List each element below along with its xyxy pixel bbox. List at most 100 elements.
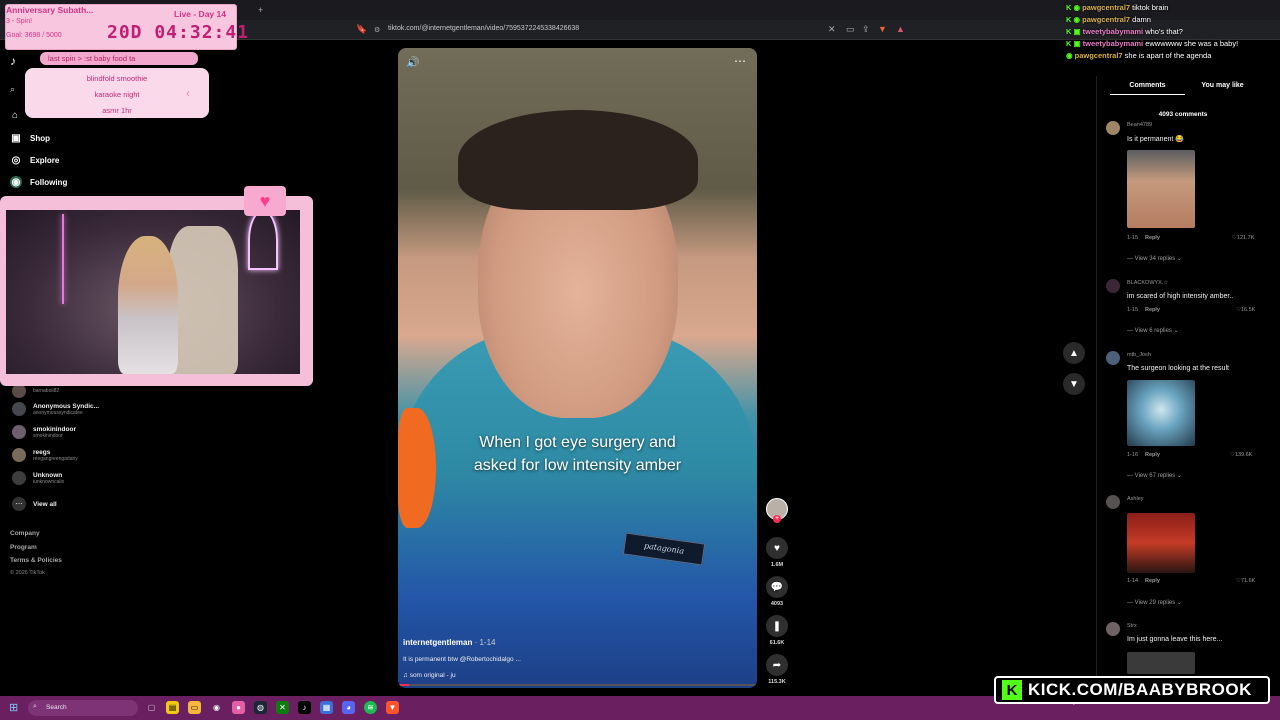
comment-user[interactable]: Strx [1127,623,1137,629]
comment-like-count: 139.6K [1234,452,1253,458]
view-replies[interactable]: — View 67 replies ⌄ [1127,472,1182,479]
author-name[interactable]: internetgentleman [403,638,472,647]
like-button[interactable]: ♥ 1.6M [765,537,789,568]
account-name: Unknown [33,471,63,479]
share-icon[interactable]: ⇪ [862,24,870,35]
nav-shop-label: Shop [30,133,50,143]
avatar[interactable] [1106,495,1120,509]
nav-shop[interactable]: ▣ Shop [10,132,50,144]
account-handle: barnaboii82 [33,388,60,394]
following-account[interactable]: Unknown iunknowncalix [12,471,64,485]
comment-user[interactable]: BLACKOWYX.☆ [1127,280,1168,286]
comment-user[interactable]: mtb_Josh [1127,352,1151,358]
avatar[interactable] [1106,351,1120,365]
file-explorer-icon[interactable]: ▭ [188,701,201,714]
discord-icon[interactable]: ◕ [342,701,355,714]
extension-icon[interactable]: ✕ [828,24,836,35]
comment-user[interactable]: Bean4789 [1127,122,1152,128]
avatar[interactable] [1106,121,1120,135]
tab-you-may-like[interactable]: You may like [1185,82,1260,95]
video-description[interactable]: It is permanent btw @Robertochidalgo ... [403,656,521,663]
app-icon[interactable]: ▦ [320,701,333,714]
site-info-icon[interactable]: ⚙ [374,26,380,34]
comment-button[interactable]: 💬 4093 [765,576,789,607]
comment-image[interactable] [1127,380,1195,446]
share-count: 115.3K [768,679,786,685]
reply-button[interactable]: Reply [1145,452,1160,458]
view-all-link[interactable]: ⋯ View all [12,497,57,511]
comment-image[interactable] [1127,513,1195,573]
view-all-label: View all [33,500,57,508]
screen-icon[interactable]: ▭ [846,24,855,35]
comment-user[interactable]: Ashley [1127,496,1144,502]
taskbar-search-label: Search [46,704,67,711]
avatar[interactable] [1106,622,1120,636]
notes-icon[interactable]: ▤ [166,701,179,714]
next-video-button[interactable]: ▼ [1063,373,1085,395]
comment-text: im scared of high intensity amber.. [1127,293,1234,300]
reply-button[interactable]: Reply [1145,235,1160,241]
video-author[interactable]: internetgentleman · 1-14 [403,638,495,647]
follow-plus-icon[interactable]: + [773,515,781,523]
avatar[interactable] [1106,279,1120,293]
comment-like[interactable]: ♡139.6K [1230,452,1252,458]
live-day-label: Live - Day 14 [174,9,226,19]
comment-like[interactable]: ♡71.6K [1236,578,1255,584]
more-options-icon[interactable]: ⋯ [734,54,746,68]
chat-text: ewwwwww she was a baby! [1145,39,1239,48]
share-button[interactable]: ➦ 115.3K [765,654,789,685]
tiktok-logo[interactable]: ♪ [10,54,16,68]
video-player[interactable]: patagonia When I got eye surgery and ask… [398,48,757,688]
view-replies[interactable]: — View 34 replies ⌄ [1127,255,1182,262]
author-avatar-button[interactable]: + [765,498,789,523]
comment-image[interactable] [1127,150,1195,228]
bookmark-icon[interactable]: 🔖 [356,24,367,35]
reply-button[interactable]: Reply [1145,578,1160,584]
following-account[interactable]: reegs reegangreengadany [12,448,78,462]
comment-like[interactable]: ♡16.5K [1236,307,1255,313]
sound-name[interactable]: som original - ju [410,672,456,679]
reply-button[interactable]: Reply [1145,307,1160,313]
following-account[interactable]: Anonymous Syndic... anonymoussyndicatee [12,402,99,416]
nav-explore[interactable]: ◎ Explore [10,154,60,166]
following-account[interactable]: smokinindoor smokinindoor [12,425,76,439]
windows-start-icon[interactable]: ⊞ [9,701,18,714]
steam-icon[interactable]: ◍ [254,701,267,714]
save-button[interactable]: ❚ 61.6K [765,615,789,646]
rewards-icon[interactable]: ▲ [896,24,905,34]
previous-video-button[interactable]: ▲ [1063,342,1085,364]
footer-program[interactable]: Program [10,544,37,551]
tiktok-icon[interactable]: ♪ [298,701,311,714]
tab-comments[interactable]: Comments [1110,82,1185,95]
comment-like[interactable]: ♡121.7K [1232,235,1254,241]
search-icon[interactable]: ⌕ [10,84,15,95]
spotify-icon[interactable]: ≋ [364,701,377,714]
new-tab-icon[interactable]: + [258,5,263,15]
url-text[interactable]: tiktok.com/@internetgentleman/video/7595… [388,25,579,32]
spin-item: karaoke night [94,90,140,99]
stream-chat: K ◉ pawgcentral7 tiktok brain K ◉ pawgce… [1066,2,1280,62]
view-replies[interactable]: — View 6 replies ⌄ [1127,327,1179,334]
video-sound[interactable]: ♫ som original - ju [403,672,456,679]
volume-icon[interactable]: 🔊 [406,56,420,69]
comments-tabs: Comments You may like [1110,82,1260,95]
task-view-icon[interactable]: ▢ [145,701,158,714]
chat-message: K ▣ tweetybabymami who's that? [1066,26,1280,38]
footer-terms[interactable]: Terms & Policies [10,557,62,564]
nav-following[interactable]: ◉ Following [10,176,67,188]
video-progress-bar[interactable] [398,684,757,686]
comment-image[interactable] [1127,652,1195,674]
app-icon[interactable]: ● [232,701,245,714]
brave-icon[interactable]: ▼ [386,701,399,714]
webcam-chair [168,226,238,374]
obs-icon[interactable]: ◉ [210,701,223,714]
view-replies[interactable]: — View 29 replies ⌄ [1127,599,1182,606]
taskbar-search[interactable]: Search [28,700,138,716]
brave-icon[interactable]: ▼ [878,24,887,34]
following-account[interactable]: barnaboii82 [12,384,59,398]
home-icon[interactable]: ⌂ [12,110,18,121]
comment-like-count: 121.7K [1236,235,1255,241]
account-name: reegs [33,448,51,456]
footer-company[interactable]: Company [10,530,40,537]
xbox-icon[interactable]: ✕ [276,701,289,714]
